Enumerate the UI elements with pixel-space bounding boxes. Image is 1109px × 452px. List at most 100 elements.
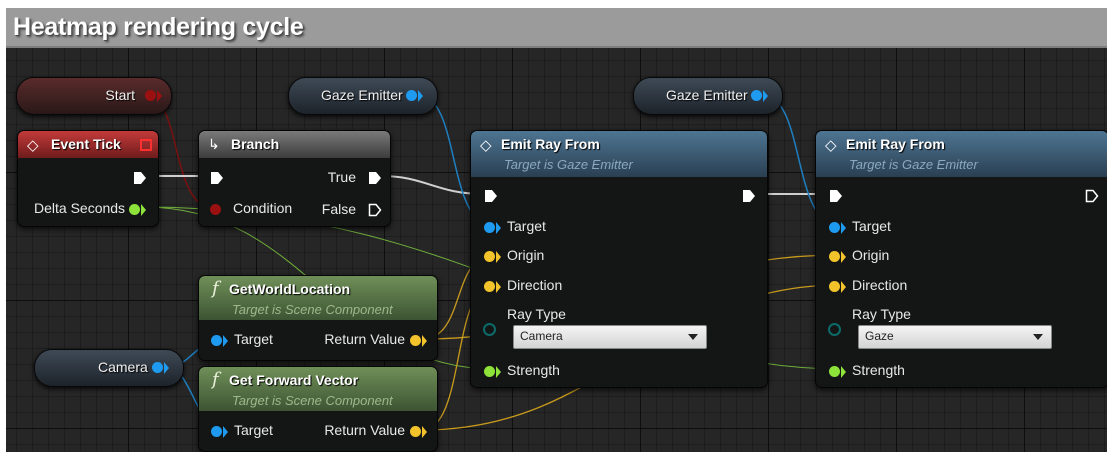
exec-input-pin[interactable] <box>829 189 843 203</box>
gaze-emitter-variable-node-1[interactable]: Gaze Emitter <box>288 77 438 115</box>
object-output-pin[interactable] <box>406 90 417 101</box>
pin-arrow-icon <box>418 90 429 102</box>
pin-arrow-icon <box>496 222 507 234</box>
ray-type-dropdown[interactable]: Gaze <box>858 325 1052 349</box>
target-input-pin[interactable] <box>484 222 495 233</box>
strength-input-pin[interactable] <box>829 366 840 377</box>
direction-label: Direction <box>507 277 563 293</box>
exec-input-pin[interactable] <box>210 171 224 185</box>
emit-ray-title-2: Emit Ray From <box>846 136 945 152</box>
camera-label: Camera <box>98 359 148 375</box>
emit-ray-subtitle-2: Target is Gaze Emitter <box>849 157 978 172</box>
pin-arrow-icon <box>496 251 507 263</box>
origin-input-pin[interactable] <box>484 251 495 262</box>
condition-input-pin[interactable] <box>210 204 221 215</box>
wire-true-emit1-exec <box>380 175 485 195</box>
strength-label: Strength <box>852 362 905 378</box>
true-row: True <box>328 169 356 189</box>
get-world-location-header: f GetWorldLocation Target is Scene Compo… <box>199 276 437 320</box>
emit-ray-header-2: ◇ Emit Ray From Target is Gaze Emitter <box>816 131 1107 177</box>
true-label: True <box>327 169 356 185</box>
get-forward-vector-title: Get Forward Vector <box>229 372 359 388</box>
ray-type-row: Ray Type <box>507 306 566 326</box>
target-label: Target <box>234 422 273 438</box>
get-forward-vector-header: f Get Forward Vector Target is Scene Com… <box>199 367 437 411</box>
function-icon: f <box>212 278 219 299</box>
delegate-pin-icon[interactable] <box>140 139 152 151</box>
ray-type-label: Ray Type <box>507 306 566 322</box>
ray-type-value: Camera <box>520 329 563 343</box>
emit-ray-title-1: Emit Ray From <box>501 136 600 152</box>
emit-ray-subtitle-1: Target is Gaze Emitter <box>504 157 633 172</box>
pin-arrow-icon <box>841 222 852 234</box>
target-input-pin[interactable] <box>211 426 222 437</box>
direction-label: Direction <box>852 277 908 293</box>
strength-label: Strength <box>507 362 560 378</box>
get-world-location-node[interactable]: f GetWorldLocation Target is Scene Compo… <box>198 275 438 361</box>
false-label: False <box>321 201 356 217</box>
vector-output-pin[interactable] <box>410 426 421 437</box>
function-diamond-icon: ◇ <box>825 137 837 154</box>
get-forward-vector-node[interactable]: f Get Forward Vector Target is Scene Com… <box>198 366 438 452</box>
target-row: Target <box>234 331 273 351</box>
float-output-pin[interactable] <box>129 204 140 215</box>
target-input-pin[interactable] <box>829 222 840 233</box>
exec-output-pin[interactable] <box>133 171 147 185</box>
exec-input-pin[interactable] <box>484 189 498 203</box>
target-label: Target <box>852 218 891 234</box>
ray-type-label: Ray Type <box>852 306 911 322</box>
return-value-label: Return Value <box>324 422 405 438</box>
pin-arrow-icon <box>496 281 507 293</box>
direction-input-pin[interactable] <box>829 281 840 292</box>
get-world-location-subtitle: Target is Scene Component <box>232 302 393 317</box>
delta-seconds-label: Delta Seconds <box>34 200 126 216</box>
direction-row: Direction <box>852 277 907 297</box>
start-variable-node[interactable]: Start <box>16 77 172 115</box>
emit-ray-from-node-2[interactable]: ◇ Emit Ray From Target is Gaze Emitter T… <box>815 130 1107 388</box>
camera-variable-node[interactable]: Camera <box>34 349 184 387</box>
event-tick-node[interactable]: ◇ Event Tick Delta Seconds <box>17 130 159 227</box>
object-output-pin[interactable] <box>152 362 163 373</box>
exec-output-pin[interactable] <box>1085 189 1099 203</box>
return-value-row: Return Value <box>324 331 405 351</box>
emit-ray-from-node-1[interactable]: ◇ Emit Ray From Target is Gaze Emitter T… <box>470 130 768 388</box>
ray-type-input-pin[interactable] <box>483 323 496 336</box>
gaze-emitter-variable-node-2[interactable]: Gaze Emitter <box>633 77 783 115</box>
event-tick-header: ◇ Event Tick <box>18 131 158 158</box>
direction-input-pin[interactable] <box>484 281 495 292</box>
vector-output-pin[interactable] <box>410 335 421 346</box>
start-label: Start <box>105 87 135 103</box>
get-forward-vector-subtitle: Target is Scene Component <box>232 393 393 408</box>
branch-title: Branch <box>231 136 280 152</box>
event-diamond-icon: ◇ <box>27 137 39 154</box>
ray-type-row: Ray Type <box>852 306 911 326</box>
origin-label: Origin <box>852 247 890 263</box>
pin-arrow-icon <box>422 335 433 347</box>
ray-type-input-pin[interactable] <box>828 323 841 336</box>
get-world-location-title: GetWorldLocation <box>229 281 351 297</box>
object-output-pin[interactable] <box>751 90 762 101</box>
function-diamond-icon: ◇ <box>480 137 492 154</box>
origin-input-pin[interactable] <box>829 251 840 262</box>
target-input-pin[interactable] <box>211 335 222 346</box>
pin-arrow-icon <box>496 366 507 378</box>
condition-row: Condition <box>233 200 292 220</box>
origin-row: Origin <box>852 247 889 267</box>
condition-label: Condition <box>233 200 293 216</box>
origin-row: Origin <box>507 247 544 267</box>
ray-type-dropdown[interactable]: Camera <box>513 325 707 349</box>
strength-row: Strength <box>852 362 905 382</box>
target-row: Target <box>507 218 546 238</box>
pin-arrow-icon <box>223 426 234 438</box>
branch-node[interactable]: ↳ Branch True Condition False <box>198 130 391 227</box>
false-exec-output-pin[interactable] <box>368 203 382 217</box>
false-row: False <box>322 201 356 221</box>
true-exec-output-pin[interactable] <box>368 171 382 185</box>
exec-output-pin[interactable] <box>742 189 756 203</box>
pin-arrow-icon <box>841 281 852 293</box>
blueprint-graph-canvas[interactable]: Heatmap rendering cycle Start Gaze Emitt… <box>6 8 1107 452</box>
strength-input-pin[interactable] <box>484 366 495 377</box>
event-tick-title: Event Tick <box>51 136 121 152</box>
emit-ray-header-1: ◇ Emit Ray From Target is Gaze Emitter <box>471 131 767 177</box>
bool-output-pin[interactable] <box>145 90 156 101</box>
